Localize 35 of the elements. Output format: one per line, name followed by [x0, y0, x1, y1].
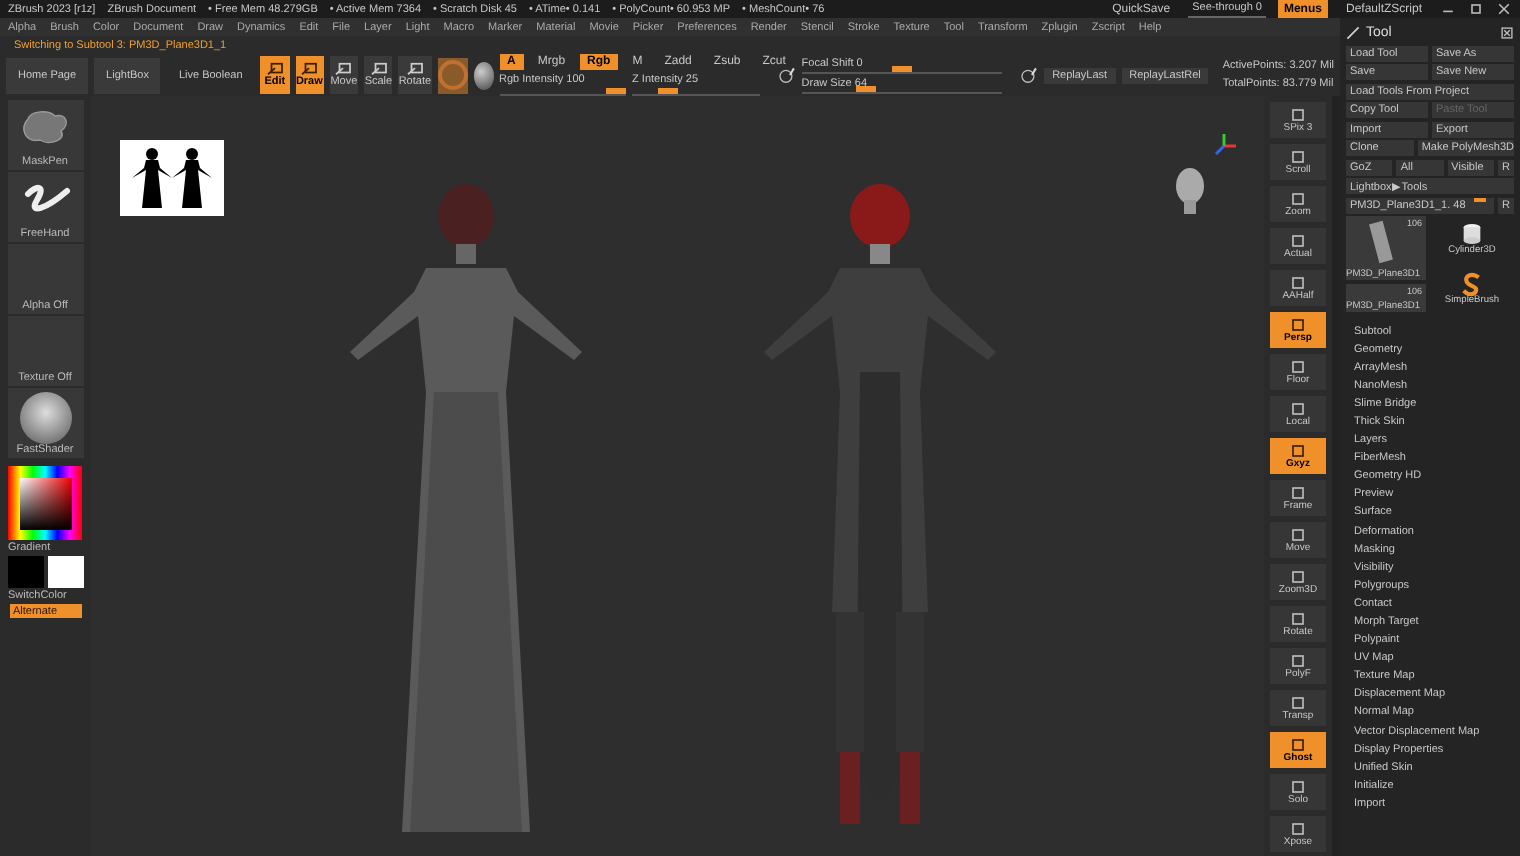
frame-icon: [1288, 821, 1308, 835]
silhouette-thumbnail-drawing: [120, 140, 224, 216]
frame-icon: [1288, 653, 1308, 667]
material-sphere[interactable]: [473, 61, 494, 89]
frame-icon: [1288, 359, 1308, 373]
maximize-icon[interactable]: [1468, 2, 1484, 16]
frame-icon: [1288, 149, 1308, 163]
frame-icon: [1288, 779, 1308, 793]
frame-icon: [1288, 401, 1308, 415]
frame-icon: [1288, 233, 1308, 247]
s-curve-icon: [1462, 272, 1482, 296]
frame-icon: [1288, 275, 1308, 289]
frame-icon: [1288, 611, 1308, 625]
cylinder-icon: [1462, 222, 1482, 246]
primary-swatch[interactable]: [7, 556, 43, 588]
close-icon[interactable]: [1500, 25, 1514, 39]
brush-circle-icon[interactable]: [1019, 62, 1039, 88]
frame-icon: [1288, 317, 1308, 331]
frame-icon: [1288, 569, 1308, 583]
color-picker[interactable]: [8, 466, 82, 540]
axis-gizmo-icon[interactable]: [1210, 132, 1238, 160]
shader-sphere-icon: [19, 392, 71, 444]
brush-icon: [1346, 25, 1360, 39]
frame-icon: [1288, 485, 1308, 499]
frame-icon: [1288, 443, 1308, 457]
brush-circle-icon[interactable]: [777, 62, 796, 88]
secondary-swatch[interactable]: [47, 556, 83, 588]
frame-icon: [1288, 695, 1308, 709]
frame-icon: [1288, 737, 1308, 751]
frame-icon: [1288, 107, 1308, 121]
frame-icon: [1288, 191, 1308, 205]
close-icon[interactable]: [1496, 2, 1512, 16]
material-swatch[interactable]: [437, 57, 468, 93]
head-gizmo-drawing[interactable]: [1170, 164, 1210, 216]
frame-icon: [1288, 527, 1308, 541]
